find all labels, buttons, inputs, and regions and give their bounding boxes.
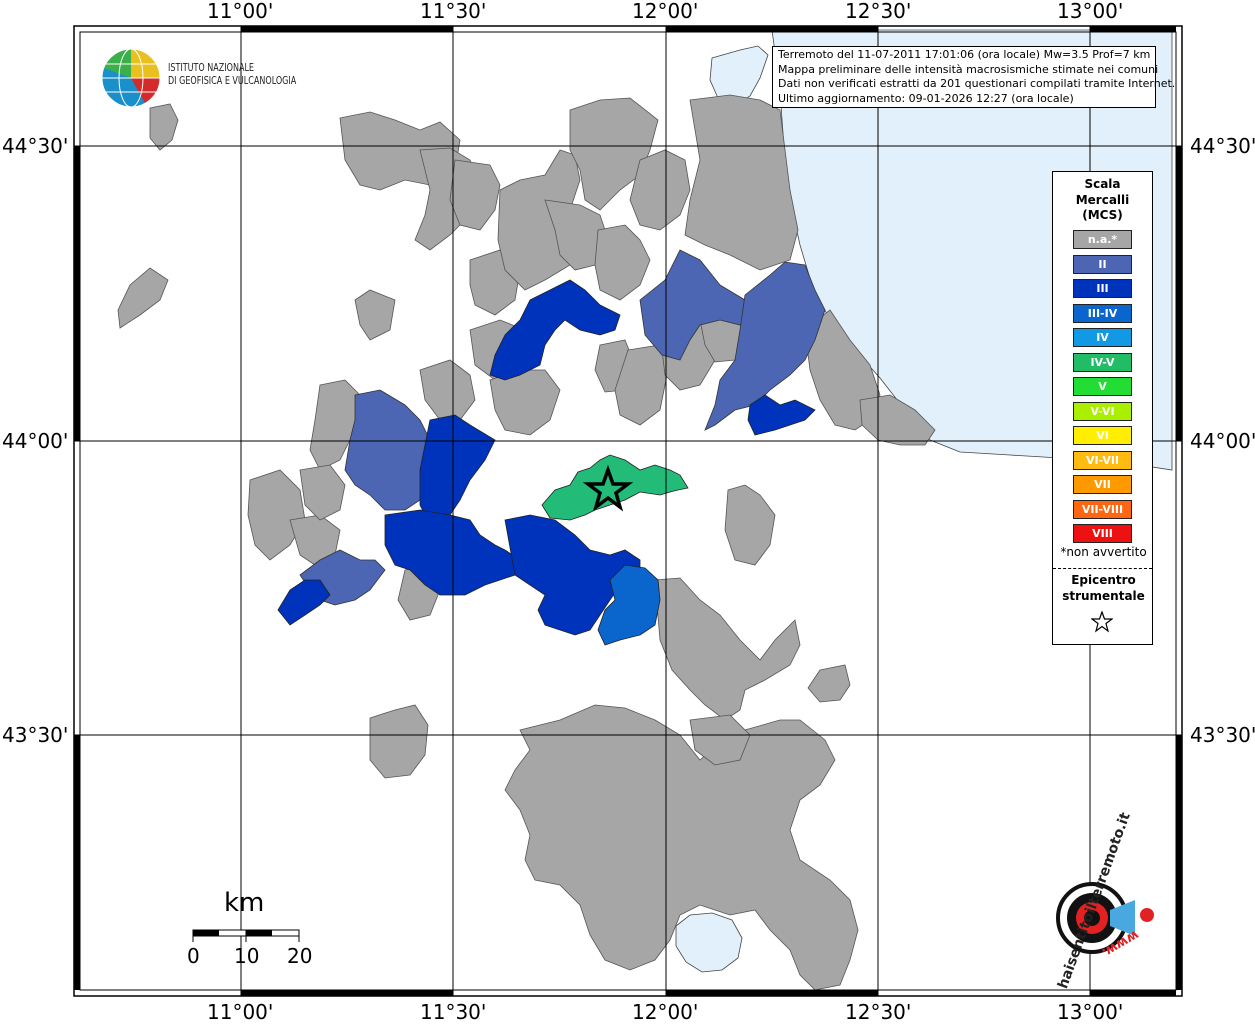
institute-name: ISTITUTO NAZIONALE DI GEOFISICA E VULCAN… <box>168 62 296 88</box>
lon-label-bottom-1: 11°00' <box>207 1000 274 1024</box>
lon-label-bottom-5: 13°00' <box>1057 1000 1124 1024</box>
legend-epicenter-line2: strumentale <box>1062 589 1145 603</box>
legend-item-5: IV-V <box>1073 352 1132 372</box>
institute-name-line1: ISTITUTO NAZIONALE <box>168 62 255 74</box>
event-info-box: Terremoto del 11-07-2011 17:01:06 (ora l… <box>772 46 1176 108</box>
lat-label-right-1: 44°30' <box>1190 134 1255 158</box>
legend-title-line3: (MCS) <box>1082 208 1123 222</box>
lat-label-left-1: 44°30' <box>2 134 69 158</box>
event-info-line2: Mappa preliminare delle intensità macros… <box>778 62 1159 76</box>
scale-unit: km <box>224 888 265 918</box>
scale-label-0: 0 <box>187 944 200 968</box>
lon-label-top-5: 13°00' <box>1057 0 1124 23</box>
legend-item-11: VII-VIII <box>1073 499 1132 519</box>
lat-label-right-2: 44°00' <box>1190 429 1255 453</box>
legend-item-0: n.a.* <box>1073 230 1132 249</box>
event-info-line1: Terremoto del 11-07-2011 17:01:06 (ora l… <box>778 48 1151 61</box>
legend-item-4: IV <box>1073 328 1132 347</box>
legend-item-3: III-IV <box>1073 303 1132 323</box>
legend-title-line1: Scala <box>1084 177 1121 191</box>
lon-label-top-1: 11°00' <box>207 0 274 23</box>
legend-item-1: II <box>1073 254 1132 274</box>
legend-title-line2: Mercalli <box>1075 192 1130 207</box>
institute-name-line2: DI GEOFISICA E VULCANOLOGIA <box>168 75 297 87</box>
lon-label-bottom-2: 11°30' <box>420 1000 487 1024</box>
event-info-line4: Ultimo aggiornamento: 09-01-2026 12:27 (… <box>778 91 1074 105</box>
legend-title: Scala Mercalli (MCS) <box>1053 177 1152 224</box>
lat-label-right-3: 43°30' <box>1190 723 1255 747</box>
lon-label-bottom-4: 12°30' <box>845 1000 912 1024</box>
lon-label-bottom-3: 12°00' <box>632 1000 699 1024</box>
lat-label-left-2: 44°00' <box>2 429 69 453</box>
lon-label-top-3: 12°00' <box>632 0 699 23</box>
lon-label-top-2: 11°30' <box>420 0 487 23</box>
legend-item-2: III <box>1073 279 1132 298</box>
legend-item-6: V <box>1073 377 1132 396</box>
legend-star-icon <box>1091 611 1113 633</box>
scale-label-10: 10 <box>234 944 260 968</box>
legend-epicenter-label: Epicentro strumentale <box>1053 572 1154 604</box>
legend-item-8: VI <box>1073 426 1132 445</box>
lat-label-left-3: 43°30' <box>2 723 69 747</box>
legend-epicenter-line1: Epicentro <box>1071 573 1136 587</box>
scale-label-20: 20 <box>287 944 313 968</box>
legend-note: *non avvertito <box>1060 545 1147 559</box>
intensity-legend: Scala Mercalli (MCS) n.a.* II III III-IV IV I… <box>1052 171 1153 645</box>
legend-item-12: VIII <box>1073 524 1132 543</box>
legend-item-10: VII <box>1073 475 1132 494</box>
legend-item-7: V-VI <box>1073 401 1132 421</box>
event-info-line3: Dati non verificati estratti da 201 ques… <box>778 77 1176 91</box>
ingv-logo-icon <box>101 48 161 108</box>
legend-item-9: VI-VII <box>1073 450 1132 470</box>
legend-separator <box>1053 568 1152 569</box>
lon-label-top-4: 12°30' <box>845 0 912 23</box>
